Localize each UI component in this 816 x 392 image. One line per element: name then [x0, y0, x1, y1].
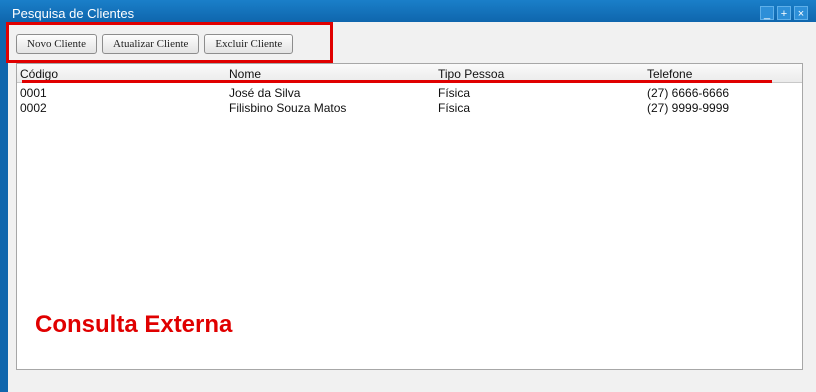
window-title: Pesquisa de Clientes	[12, 6, 135, 21]
cell-tipo-pessoa: Física	[438, 101, 471, 115]
cell-tipo-pessoa: Física	[438, 86, 471, 100]
column-header-telefone[interactable]: Telefone	[647, 67, 692, 81]
maximize-icon[interactable]: +	[777, 6, 791, 20]
header-underline-annotation	[22, 80, 772, 83]
minimize-icon[interactable]: _	[760, 6, 774, 20]
table-row[interactable]: 0001 José da Silva Física (27) 6666-6666	[17, 86, 802, 100]
toolbar-highlight-box	[6, 22, 333, 63]
cell-telefone: (27) 9999-9999	[647, 101, 730, 115]
annotation-label: Consulta Externa	[35, 311, 233, 338]
cell-telefone: (27) 6666-6666	[647, 86, 730, 100]
cell-nome: Filisbino Souza Matos	[229, 101, 347, 115]
cell-nome: José da Silva	[229, 86, 301, 100]
window-left-border	[0, 22, 8, 392]
column-header-nome[interactable]: Nome	[229, 67, 261, 81]
app-window: Pesquisa de Clientes _ + × Novo Cliente …	[0, 0, 816, 392]
cell-codigo: 0001	[20, 86, 47, 100]
title-bar: Pesquisa de Clientes _ + ×	[0, 0, 816, 22]
column-header-tipo-pessoa[interactable]: Tipo Pessoa	[438, 67, 504, 81]
window-controls: _ + ×	[760, 6, 808, 20]
column-header-codigo[interactable]: Código	[20, 67, 58, 81]
close-icon[interactable]: ×	[794, 6, 808, 20]
table-row[interactable]: 0002 Filisbino Souza Matos Física (27) 9…	[17, 101, 802, 115]
cell-codigo: 0002	[20, 101, 47, 115]
